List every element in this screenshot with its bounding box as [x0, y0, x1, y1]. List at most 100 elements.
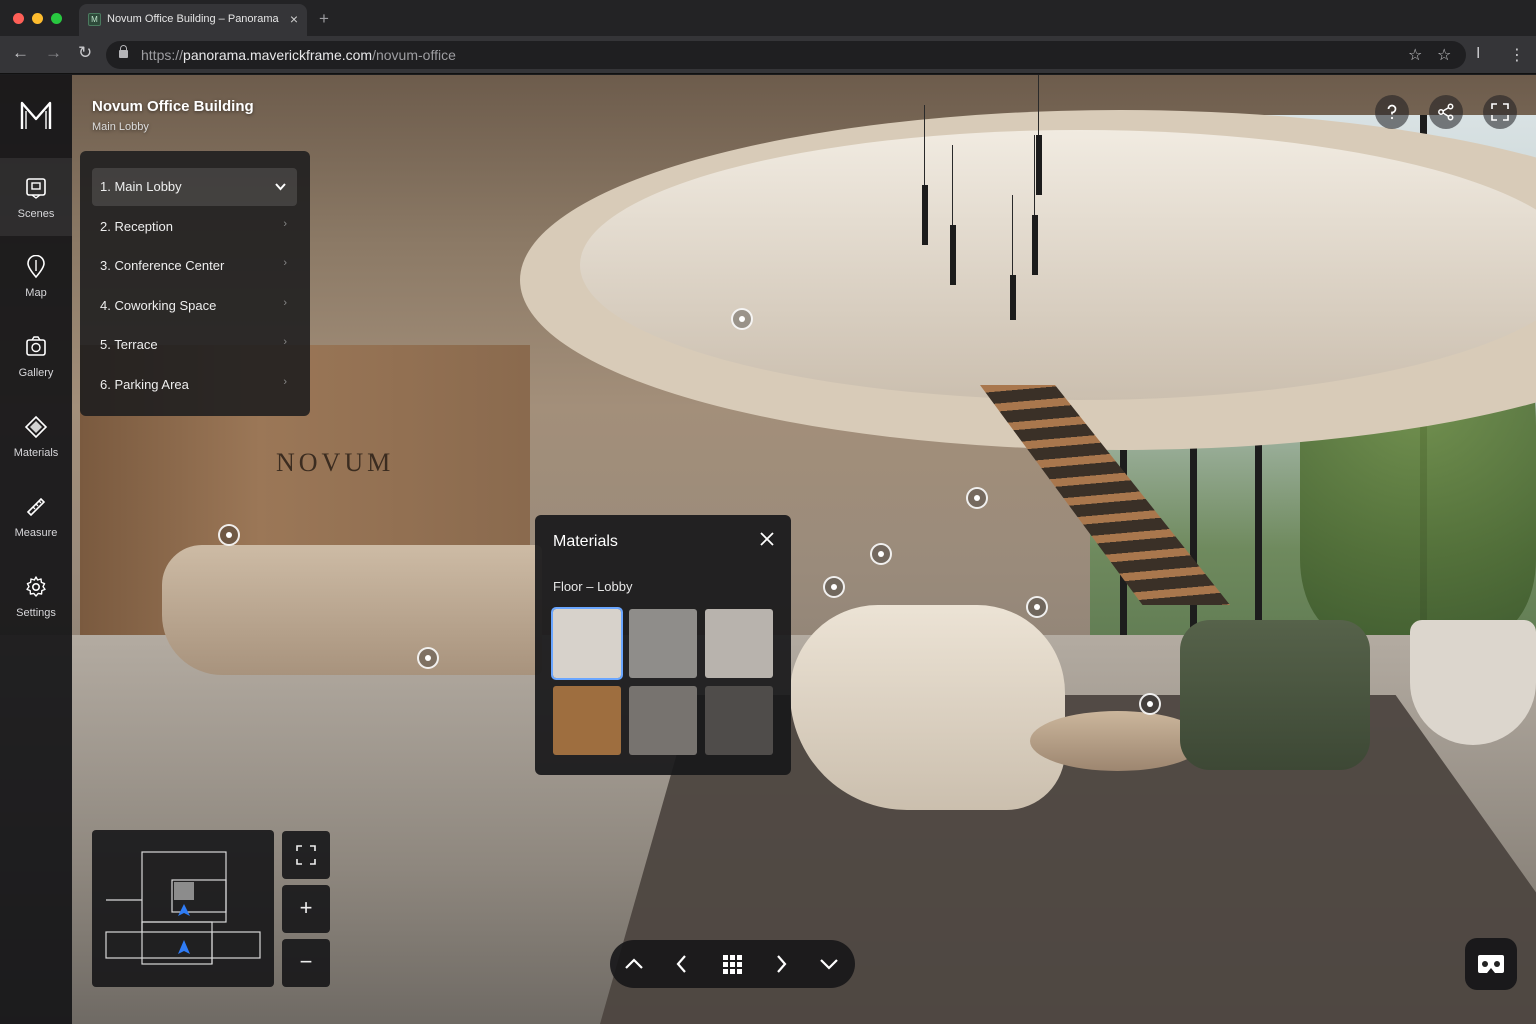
hotspot[interactable] [870, 543, 892, 565]
scene-navigation-bar [610, 940, 855, 988]
hotspot[interactable] [1026, 596, 1048, 618]
chevron-left-icon[interactable] [670, 952, 694, 976]
sidebar-item-gallery[interactable]: Gallery [0, 317, 72, 395]
chevron-right-icon: › [283, 297, 287, 309]
materials-subtitle: Floor – Lobby [553, 579, 633, 594]
scene-label: 1. Main Lobby [100, 179, 182, 194]
map-pin-icon [27, 255, 45, 279]
hotspot[interactable] [1139, 693, 1161, 715]
bookmark-star-icon[interactable]: ☆ [1408, 45, 1422, 65]
help-button[interactable] [1375, 95, 1409, 129]
scene-item[interactable]: 4. Coworking Space › [92, 287, 297, 325]
browser-tab[interactable]: M Novum Office Building – Panorama × [79, 4, 307, 36]
favicon-icon: M [88, 13, 101, 26]
grid-icon[interactable] [720, 952, 744, 976]
chevron-down-icon[interactable] [817, 952, 841, 976]
sidebar-item-label: Scenes [17, 208, 55, 220]
hotspot[interactable] [823, 576, 845, 598]
floor-plan-minimap[interactable] [92, 830, 274, 987]
hotspot[interactable] [731, 308, 753, 330]
armchair [1180, 620, 1370, 770]
scene-label: 3. Conference Center [100, 258, 225, 273]
gallery-icon [26, 336, 46, 356]
chevron-right-icon: › [283, 376, 287, 388]
material-swatch[interactable] [705, 686, 773, 755]
back-icon[interactable]: ← [12, 43, 29, 63]
bookmarks-icon[interactable]: ☆ [1437, 45, 1451, 65]
chevron-up-icon[interactable] [622, 952, 646, 976]
sidebar-item-materials[interactable]: Materials [0, 397, 72, 475]
zoom-in-button[interactable]: + [282, 885, 330, 933]
fullscreen-button[interactable] [1483, 95, 1517, 129]
materials-icon [24, 415, 48, 439]
sidebar-item-label: Measure [14, 527, 58, 539]
sidebar-item-scenes[interactable]: Scenes [0, 158, 72, 236]
material-swatch[interactable] [553, 686, 621, 755]
current-location-marker [178, 904, 190, 916]
material-swatch[interactable] [551, 607, 623, 680]
expand-icon [296, 845, 316, 865]
maximize-window-icon[interactable] [51, 13, 62, 24]
hotspot[interactable] [417, 647, 439, 669]
share-button[interactable] [1429, 95, 1463, 129]
close-icon[interactable] [759, 531, 775, 547]
scene-item[interactable]: 5. Terrace › [92, 326, 297, 364]
help-icon [1387, 104, 1397, 120]
scene-label: 5. Terrace [100, 337, 158, 352]
sidebar-item-map[interactable]: Map [0, 237, 72, 315]
location-marker [178, 940, 190, 954]
planter [1410, 620, 1536, 745]
scene-label: 2. Reception [100, 219, 173, 234]
chevron-right-icon: › [283, 257, 287, 269]
coffee-table [1030, 711, 1205, 771]
scenes-icon [26, 178, 46, 199]
chevron-right-icon[interactable] [769, 952, 793, 976]
material-swatch[interactable] [705, 609, 773, 678]
url-text: https://panorama.maverickframe.com/novum… [141, 47, 456, 63]
share-icon [1438, 103, 1454, 121]
scene-item[interactable]: 2. Reception › [92, 208, 297, 246]
fullscreen-icon [1491, 103, 1509, 121]
vr-headset-icon [1478, 955, 1504, 973]
material-swatch[interactable] [629, 686, 697, 755]
map-expand-button[interactable] [282, 831, 330, 879]
reception-desk [162, 545, 542, 675]
chevron-right-icon: › [283, 218, 287, 230]
tab-title: Novum Office Building – Panorama [107, 13, 279, 25]
sidebar-item-label: Map [25, 287, 47, 299]
scene-item[interactable]: 6. Parking Area › [92, 366, 297, 404]
sidebar-item-label: Gallery [18, 367, 54, 379]
menu-kebab-icon[interactable]: ⋮ [1509, 45, 1525, 65]
brand-logo-icon[interactable] [0, 95, 72, 135]
page-title: Novum Office Building [92, 98, 254, 115]
scene-label: 4. Coworking Space [100, 298, 217, 313]
close-window-icon[interactable] [13, 13, 24, 24]
material-swatch[interactable] [629, 609, 697, 678]
forward-icon[interactable]: → [45, 43, 62, 63]
sidebar-item-label: Materials [13, 447, 59, 459]
tab-close-icon[interactable]: × [290, 11, 298, 27]
zoom-out-button[interactable]: − [282, 939, 330, 987]
sidebar-item-label: Settings [16, 607, 56, 619]
scene-item[interactable]: 1. Main Lobby [92, 168, 297, 206]
hotspot[interactable] [966, 487, 988, 509]
url-input[interactable]: https://panorama.maverickframe.com/novum… [106, 41, 1466, 69]
sofa [790, 605, 1065, 810]
minimize-window-icon[interactable] [32, 13, 43, 24]
scene-item[interactable]: 3. Conference Center › [92, 247, 297, 285]
new-tab-icon[interactable]: + [319, 9, 329, 29]
lock-icon [119, 45, 128, 58]
vr-mode-button[interactable] [1465, 938, 1517, 990]
floor-plan-icon [105, 851, 261, 965]
sidebar-item-settings[interactable]: Settings [0, 557, 72, 635]
sidebar-item-measure[interactable]: Measure [0, 477, 72, 555]
novum-sign: NOVUM [276, 448, 395, 477]
minus-icon: − [299, 949, 313, 974]
chevron-right-icon: › [283, 336, 287, 348]
reload-icon[interactable]: ↻ [78, 43, 92, 63]
title-bar: M Novum Office Building – Panorama × + [0, 0, 1536, 36]
reader-icon[interactable]: I [1476, 45, 1480, 63]
gear-icon [26, 576, 46, 597]
hotspot[interactable] [218, 524, 240, 546]
ruler-icon [26, 497, 46, 517]
